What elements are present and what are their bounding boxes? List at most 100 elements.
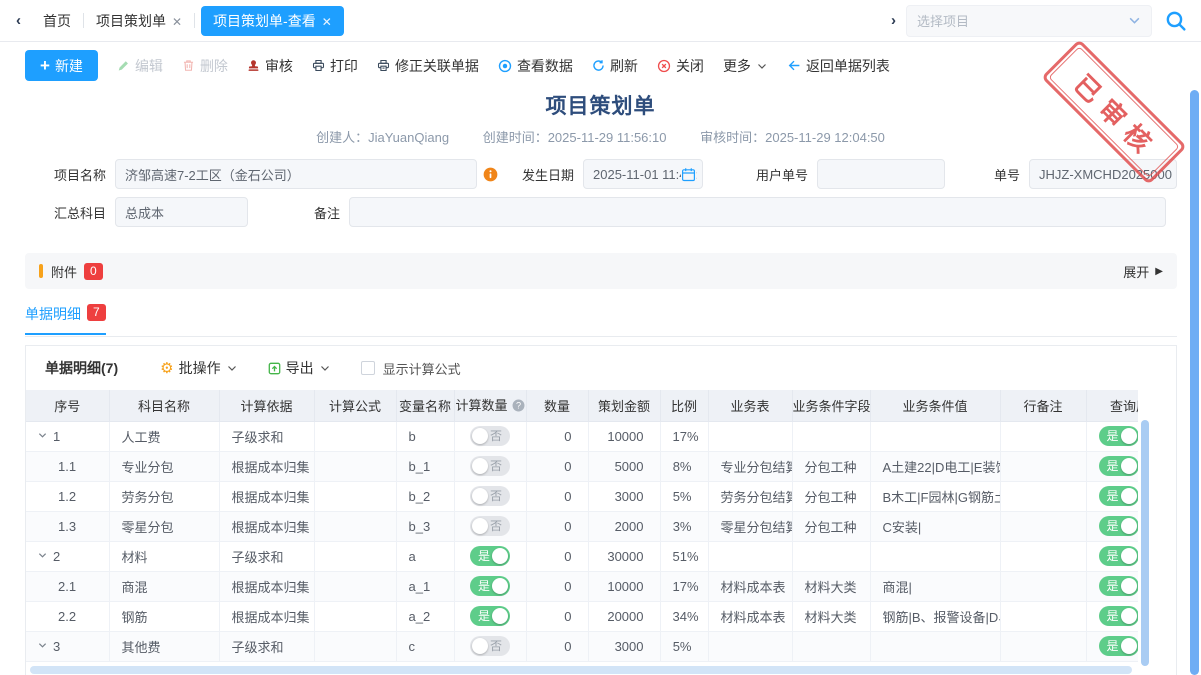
tab-project-plan[interactable]: 项目策划单✕ <box>84 0 194 42</box>
detail-tab-bar: 单据明细 7 <box>25 304 1177 337</box>
toggle-off[interactable]: 否 <box>470 516 510 536</box>
table-row[interactable]: 2材料子级求和a是03000051%是 <box>26 541 1138 571</box>
table-row[interactable]: 2.2钢筋根据成本归集a_2是02000034%材料成本表材料大类钢筋|B、报警… <box>26 601 1138 631</box>
toggle-off[interactable]: 否 <box>470 426 510 446</box>
toggle-on[interactable]: 是 <box>470 606 510 626</box>
document-form: 项目名称 济邹高速7-2工区（金石公司） 发生日期 2025-11-01 11:… <box>25 159 1201 227</box>
column-header: 比例 <box>660 390 708 421</box>
print-button[interactable]: 打印 <box>312 56 358 76</box>
export-icon <box>268 362 281 375</box>
toggle-on[interactable]: 是 <box>1099 606 1139 626</box>
project-name-label: 项目名称 <box>25 165 115 184</box>
project-select-placeholder: 选择项目 <box>917 11 969 30</box>
page-scrollbar[interactable] <box>1190 90 1199 675</box>
column-header: 计算依据 <box>219 390 314 421</box>
toggle-on[interactable]: 是 <box>470 546 510 566</box>
attachment-bar[interactable]: 附件 0 展开 ▶ <box>25 253 1177 289</box>
stamp-icon <box>247 59 260 72</box>
column-header: 行备注 <box>1000 390 1086 421</box>
tab-home-label: 首页 <box>43 13 71 29</box>
table-row[interactable]: 1.2劳务分包根据成本归集b_2否030005%劳务分包结算子分包工种B木工|F… <box>26 481 1138 511</box>
toggle-off[interactable]: 否 <box>470 456 510 476</box>
calendar-icon[interactable] <box>681 167 696 182</box>
tabs-scroll-right-icon[interactable]: › <box>881 12 906 29</box>
table-horizontal-scrollbar[interactable] <box>30 666 1132 674</box>
tab-home[interactable]: 首页 <box>31 0 83 42</box>
audit-button[interactable]: 审核 <box>247 56 293 76</box>
new-button[interactable]: + 新建 <box>25 50 98 81</box>
row-number: 1.3 <box>58 519 76 534</box>
refresh-icon <box>592 59 605 72</box>
table-row[interactable]: 1.3零星分包根据成本归集b_3否020003%零星分包结算子分包工种C安装|是 <box>26 511 1138 541</box>
table-viewport: 序号科目名称计算依据计算公式变量名称计算数量?数量策划金额比例业务表业务条件字段… <box>26 390 1138 662</box>
delete-button[interactable]: 删除 <box>182 56 228 76</box>
more-button[interactable]: 更多 <box>723 56 768 76</box>
show-formula-checkbox[interactable]: 显示计算公式 <box>361 359 461 378</box>
column-header: 计算数量? <box>454 390 526 421</box>
info-icon <box>483 167 498 182</box>
toggle-on[interactable]: 是 <box>1099 426 1139 446</box>
caret-down-icon[interactable] <box>38 548 47 563</box>
project-select[interactable]: 选择项目 <box>906 5 1152 37</box>
detail-count-badge: 7 <box>87 304 106 321</box>
tab-divider <box>194 13 195 28</box>
toggle-on[interactable]: 是 <box>470 576 510 596</box>
toggle-off[interactable]: 否 <box>470 636 510 656</box>
arrow-left-icon <box>787 59 801 72</box>
toggle-on[interactable]: 是 <box>1099 516 1139 536</box>
summary-subject-field[interactable]: 总成本 <box>115 197 248 227</box>
date-field[interactable]: 2025-11-01 11:47: <box>583 159 703 189</box>
table-row[interactable]: 1.1专业分包根据成本归集b_1否050008%专业分包结算子分包工种A土建22… <box>26 451 1138 481</box>
toggle-on[interactable]: 是 <box>1099 576 1139 596</box>
toggle-on[interactable]: 是 <box>1099 456 1139 476</box>
back-to-list-button[interactable]: 返回单据列表 <box>787 56 890 76</box>
chevron-down-icon <box>319 362 331 374</box>
project-name-field[interactable]: 济邹高速7-2工区（金石公司） <box>115 159 477 189</box>
action-toolbar: + 新建 编辑 删除 审核 打印 修正关联单据 查看数据 刷新 关闭 更多 返回… <box>0 42 1201 88</box>
row-number: 1.2 <box>58 489 76 504</box>
view-data-button[interactable]: 查看数据 <box>498 56 573 76</box>
creator-value: JiaYuanQiang <box>368 130 449 145</box>
remark-field[interactable] <box>349 197 1166 227</box>
toggle-on[interactable]: 是 <box>1099 486 1139 506</box>
caret-down-icon[interactable] <box>38 638 47 653</box>
summary-subject-label: 汇总科目 <box>25 203 115 222</box>
toggle-on[interactable]: 是 <box>1099 636 1139 656</box>
column-header: 业务表 <box>708 390 792 421</box>
search-icon[interactable] <box>1165 10 1187 32</box>
export-button[interactable]: 导出 <box>268 358 331 378</box>
batch-actions-button[interactable]: ⚙ 批操作 <box>160 358 237 378</box>
close-button[interactable]: 关闭 <box>657 56 704 76</box>
table-row[interactable]: 2.1商混根据成本归集a_1是01000017%材料成本表材料大类商混|是 <box>26 571 1138 601</box>
toggle-on[interactable]: 是 <box>1099 546 1139 566</box>
tab-project-plan-view[interactable]: 项目策划单-查看✕ <box>201 6 344 36</box>
table-row[interactable]: 3其他费子级求和c否030005%是 <box>26 631 1138 661</box>
chevron-down-icon <box>226 362 238 374</box>
column-header: 策划金额 <box>588 390 660 421</box>
close-icon[interactable]: ✕ <box>322 15 332 29</box>
toggle-off[interactable]: 否 <box>470 486 510 506</box>
refresh-button[interactable]: 刷新 <box>592 56 638 76</box>
user-no-field[interactable] <box>817 159 945 189</box>
table-row[interactable]: 1人工费子级求和b否01000017%是 <box>26 421 1138 451</box>
accent-bar <box>39 264 43 278</box>
doc-no-field[interactable]: JHJZ-XMCHD2025000 <box>1029 159 1177 189</box>
document-meta: 创建人：JiaYuanQiang 创建时间：2025-11-29 11:56:1… <box>0 127 1201 146</box>
fix-related-button[interactable]: 修正关联单据 <box>377 56 479 76</box>
expand-button[interactable]: 展开 ▶ <box>1123 262 1163 281</box>
table-toolbar: 单据明细(7) ⚙ 批操作 导出 显示计算公式 <box>26 346 1176 390</box>
svg-text:?: ? <box>515 401 520 411</box>
caret-down-icon[interactable] <box>38 428 47 443</box>
plus-icon: + <box>40 57 50 74</box>
table-vertical-scrollbar[interactable] <box>1141 420 1149 666</box>
tabs-scroll-left-icon[interactable]: ‹ <box>6 12 31 29</box>
new-button-label: 新建 <box>55 56 83 76</box>
edit-button[interactable]: 编辑 <box>117 56 163 76</box>
tab-detail[interactable]: 单据明细 7 <box>25 304 106 335</box>
eye-icon <box>498 59 512 73</box>
user-no-label: 用户单号 <box>745 165 817 184</box>
column-header: 科目名称 <box>109 390 219 421</box>
close-icon[interactable]: ✕ <box>172 15 182 29</box>
row-number: 3 <box>53 639 60 654</box>
create-time-value: 2025-11-29 11:56:10 <box>548 130 667 145</box>
